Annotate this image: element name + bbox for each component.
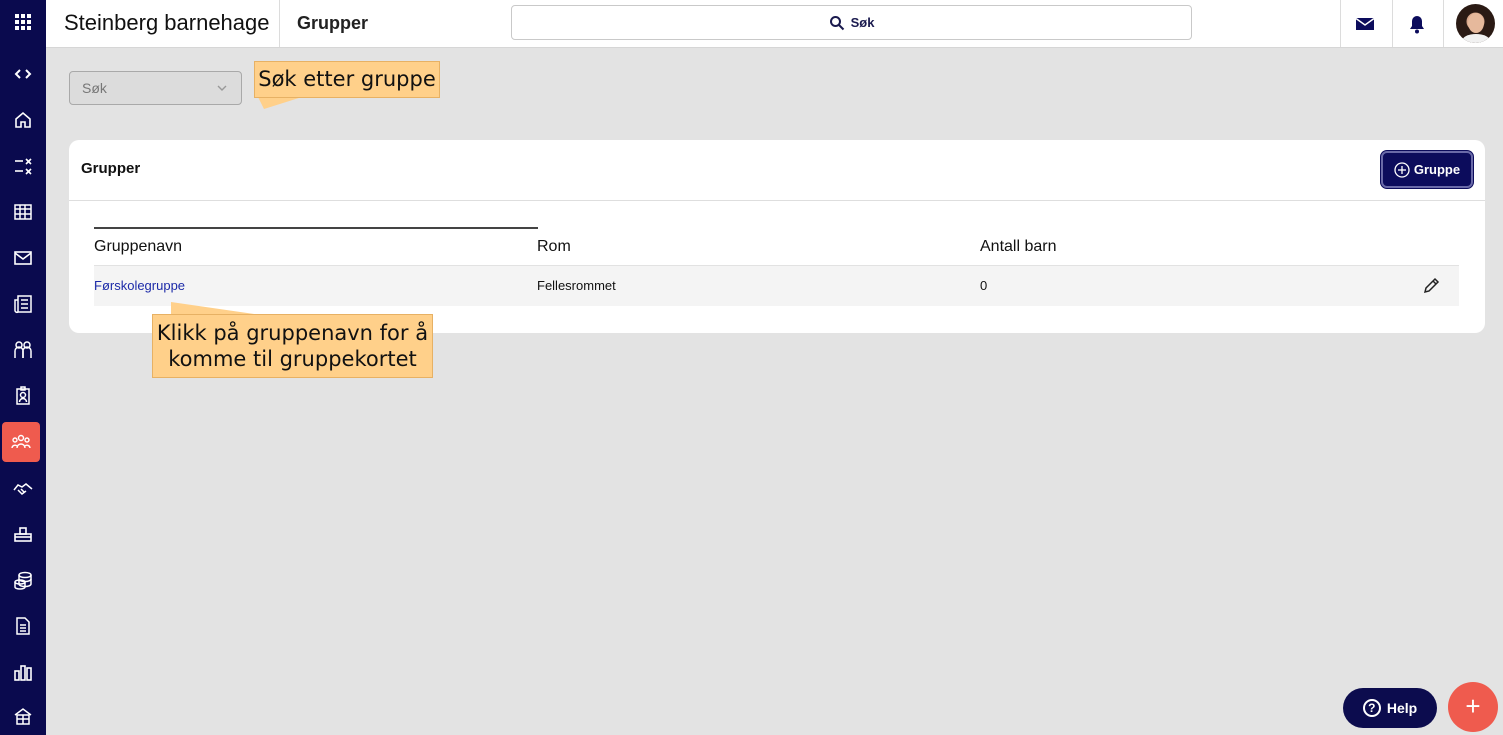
collapse-expand-icon[interactable] [0, 54, 46, 94]
callout-link-hint: Klikk på gruppenavn for å komme til grup… [152, 314, 433, 378]
add-group-label: Gruppe [1413, 162, 1461, 177]
callout-search-hint: Søk etter gruppe [254, 61, 440, 98]
groups-icon[interactable] [2, 422, 40, 462]
group-children-count: 0 [980, 278, 988, 293]
top-bar: Steinberg barnehage Grupper Søk [46, 0, 1503, 48]
column-header-name[interactable]: Gruppenavn [94, 231, 182, 265]
help-button[interactable]: ? Help [1343, 688, 1437, 728]
coins-icon[interactable] [0, 560, 46, 600]
group-filter-select[interactable]: Søk [69, 71, 242, 105]
badge-icon[interactable] [0, 376, 46, 416]
news-icon[interactable] [0, 284, 46, 324]
global-search-label: Søk [850, 15, 875, 30]
calendar-icon[interactable] [0, 192, 46, 232]
table-row: Førskolegruppe Fellesrommet 0 [94, 266, 1459, 306]
card-title: Grupper [81, 160, 141, 177]
people-icon[interactable] [0, 330, 46, 370]
report-chart-icon[interactable] [0, 652, 46, 692]
chevron-down-icon [217, 85, 227, 91]
bed-icon[interactable] [0, 514, 46, 554]
messages-icon[interactable] [1340, 0, 1390, 47]
column-header-children[interactable]: Antall barn [980, 231, 1057, 265]
search-icon [829, 15, 844, 30]
group-room: Fellesrommet [537, 278, 616, 293]
home-icon[interactable] [0, 100, 46, 140]
groups-card: Grupper Gruppe Gruppenavn Rom Antall bar… [69, 140, 1485, 333]
sort-indicator [94, 227, 538, 229]
add-group-button[interactable]: Gruppe [1381, 151, 1473, 188]
sidebar [0, 0, 46, 735]
card-header: Grupper Gruppe [69, 140, 1485, 201]
mail-icon[interactable] [0, 238, 46, 278]
checklist-icon[interactable] [0, 146, 46, 186]
column-header-room[interactable]: Rom [537, 231, 571, 265]
apps-grid-icon[interactable] [0, 2, 46, 42]
plus-circle-icon [1394, 161, 1410, 178]
page-title: Grupper [297, 13, 369, 33]
avatar[interactable] [1456, 4, 1495, 43]
divider [279, 0, 280, 47]
callout-tail [258, 97, 302, 109]
group-filter-placeholder: Søk [82, 80, 107, 96]
group-name-link[interactable]: Førskolegruppe [94, 266, 185, 306]
pencil-icon[interactable] [1422, 277, 1440, 295]
global-search[interactable]: Søk [511, 5, 1192, 40]
app-title: Steinberg barnehage [64, 10, 270, 35]
handshake-icon[interactable] [0, 468, 46, 508]
divider [1443, 0, 1444, 47]
add-fab-button[interactable]: + [1448, 682, 1498, 732]
help-icon: ? [1362, 699, 1381, 717]
bell-icon[interactable] [1392, 0, 1442, 47]
document-icon[interactable] [0, 606, 46, 646]
help-label: Help [1386, 700, 1418, 716]
building-icon[interactable] [0, 696, 46, 735]
